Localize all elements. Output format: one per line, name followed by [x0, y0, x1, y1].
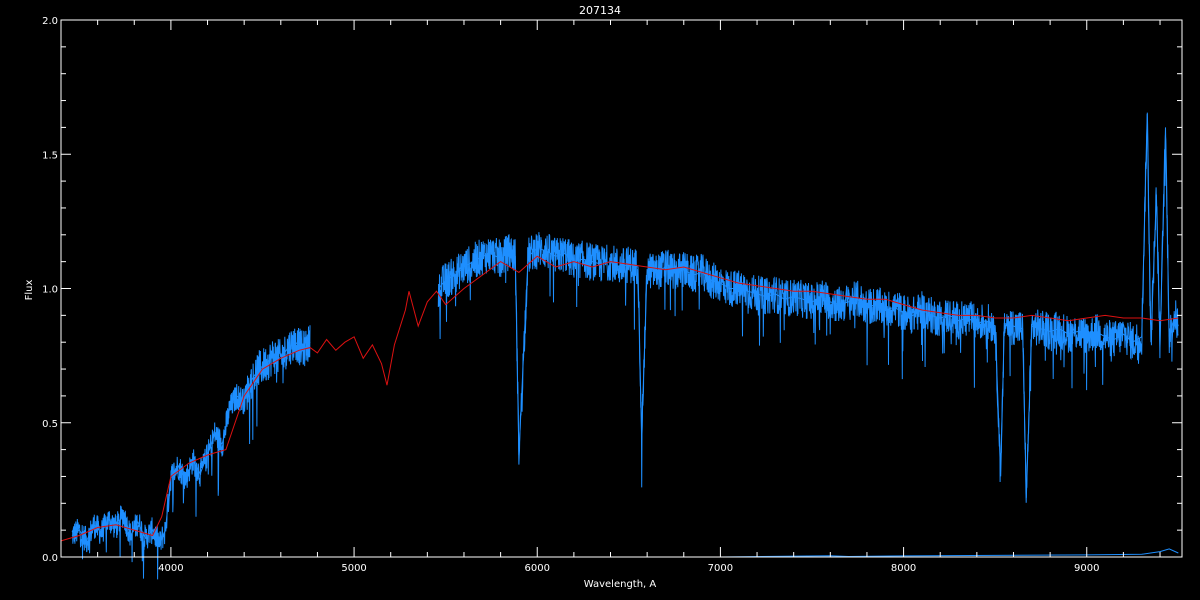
x-axis-title: Wavelength, A: [584, 579, 657, 590]
x-tick-label: 7000: [708, 563, 733, 574]
x-tick-label: 9000: [1074, 563, 1099, 574]
x-tick-label: 8000: [891, 563, 916, 574]
y-tick-label: 0.0: [42, 553, 58, 564]
x-tick-label: 4000: [158, 563, 183, 574]
chart-title: 207134: [579, 4, 621, 17]
y-tick-label: 1.0: [42, 285, 58, 296]
y-tick-label: 2.0: [42, 16, 58, 27]
spectrum-chart: 207134 4000 5000 6000 7000 8000 9000 0.0 0.5 1.0…: [0, 0, 1200, 600]
x-tick-label: 6000: [525, 563, 550, 574]
x-tick-label: 5000: [341, 563, 366, 574]
y-tick-label: 0.5: [42, 419, 58, 430]
y-axis-title: Flux: [24, 280, 35, 301]
y-tick-label: 1.5: [42, 150, 58, 161]
chart-background: [0, 0, 1200, 600]
